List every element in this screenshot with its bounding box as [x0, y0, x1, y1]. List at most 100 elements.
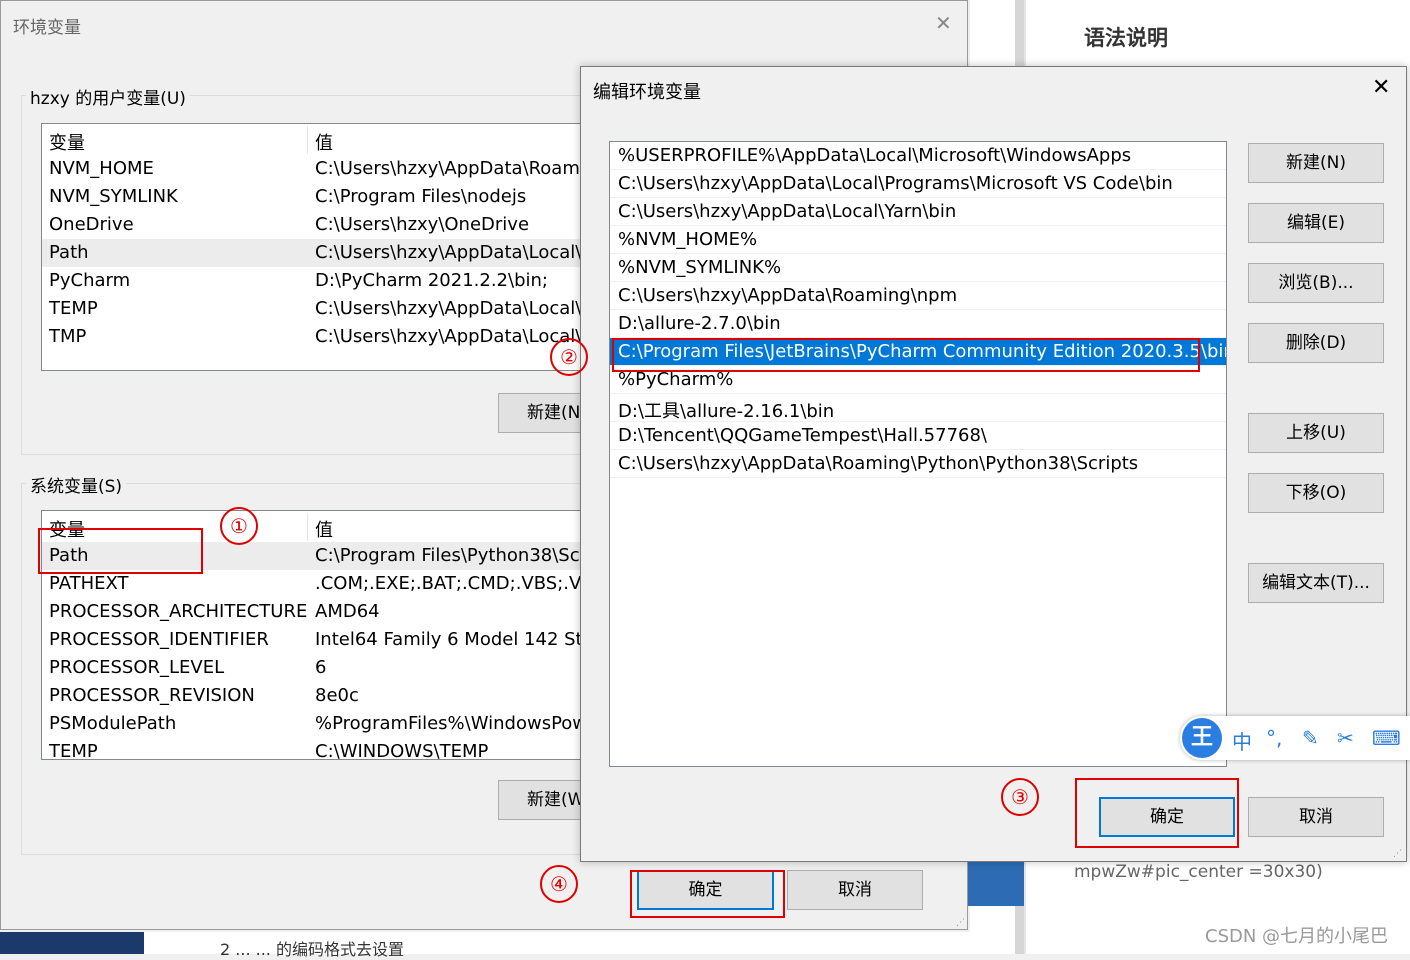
variable-name: PSModulePath — [49, 713, 177, 734]
annotation-box-pycharm-entry — [612, 338, 1200, 372]
path-entry-text: C:\Users\hzxy\AppData\Roaming\npm — [618, 285, 958, 306]
variable-name: PROCESSOR_REVISION — [49, 685, 255, 706]
variable-name: NVM_HOME — [49, 158, 154, 179]
column-header-variable[interactable]: 变量 — [49, 129, 85, 155]
dialog-title: 编辑环境变量 — [593, 82, 701, 103]
variable-name: PROCESSOR_LEVEL — [49, 657, 225, 678]
column-divider[interactable] — [307, 126, 308, 154]
background-thumbnail-image — [968, 860, 1024, 906]
table-row[interactable]: PROCESSOR_ARCHITECTURE AMD64 — [42, 598, 602, 626]
close-icon[interactable]: ✕ — [935, 11, 952, 35]
table-row-selected[interactable]: Path C:\Users\hzxy\AppData\Local\M — [42, 239, 602, 267]
edit-cancel-button[interactable]: 取消 — [1248, 797, 1384, 837]
variable-value: 8e0c — [315, 685, 359, 706]
table-row[interactable]: TEMP C:\WINDOWS\TEMP — [42, 738, 602, 760]
variable-value: C:\WINDOWS\TEMP — [315, 741, 489, 760]
table-row[interactable]: NVM_SYMLINK C:\Program Files\nodejs — [42, 183, 602, 211]
move-down-button[interactable]: 下移(O) — [1248, 473, 1384, 513]
background-banner-image — [0, 932, 144, 954]
table-row[interactable]: NVM_HOME C:\Users\hzxy\AppData\Roamin — [42, 155, 602, 183]
dialog-title: 环境变量 — [13, 18, 81, 38]
variable-value: C:\Users\hzxy\AppData\Local\T — [315, 298, 593, 319]
list-item[interactable]: C:\Users\hzxy\AppData\Local\Programs\Mic… — [610, 170, 1226, 198]
move-up-button[interactable]: 上移(U) — [1248, 413, 1384, 453]
path-entry-text: C:\Users\hzxy\AppData\Local\Yarn\bin — [618, 201, 957, 222]
table-row[interactable]: PROCESSOR_LEVEL 6 — [42, 654, 602, 682]
background-url-text: mpwZw#pic_center =30x30) — [1074, 862, 1323, 882]
annotation-circle-4: ④ — [540, 865, 578, 903]
resize-grip-icon[interactable]: ⋰ — [956, 918, 966, 928]
table-row[interactable]: TMP C:\Users\hzxy\AppData\Local\T — [42, 323, 602, 351]
system-variables-label: 系统变量(S) — [26, 472, 127, 497]
column-header-value[interactable]: 值 — [315, 516, 333, 542]
resize-grip-icon[interactable]: ⋰ — [1393, 849, 1403, 859]
background-bottom-strip: 2 ... ... 的编码格式去设置 — [0, 932, 970, 959]
edit-entry-button[interactable]: 编辑(E) — [1248, 203, 1384, 243]
variable-value: C:\Program Files\nodejs — [315, 186, 527, 207]
edit-text-button[interactable]: 编辑文本(T)... — [1248, 563, 1384, 603]
ime-logo-icon[interactable]: 王 — [1182, 718, 1222, 758]
new-entry-button[interactable]: 新建(N) — [1248, 143, 1384, 183]
csdn-watermark: CSDN @七月的小尾巴 — [1205, 926, 1389, 947]
env-cancel-button[interactable]: 取消 — [787, 870, 923, 910]
list-item[interactable]: D:\allure-2.7.0\bin — [610, 310, 1226, 338]
table-row[interactable]: PyCharm D:\PyCharm 2021.2.2\bin; — [42, 267, 602, 295]
variable-value: .COM;.EXE;.BAT;.CMD;.VBS;.VBE; — [315, 573, 603, 594]
list-item[interactable]: C:\Users\hzxy\AppData\Roaming\Python\Pyt… — [610, 450, 1226, 478]
variable-value: %ProgramFiles%\WindowsPow — [315, 713, 588, 734]
delete-button[interactable]: 删除(D) — [1248, 323, 1384, 363]
column-header-value[interactable]: 值 — [315, 129, 333, 155]
syntax-heading: 语法说明 — [1084, 26, 1168, 50]
path-entry-text: C:\Users\hzxy\AppData\Roaming\Python\Pyt… — [618, 453, 1139, 474]
annotation-circle-3: ③ — [1001, 778, 1039, 816]
path-entry-text: %NVM_HOME% — [618, 229, 758, 250]
variable-value: C:\Users\hzxy\OneDrive — [315, 214, 530, 235]
list-item[interactable]: D:\Tencent\QQGameTempest\Hall.57768\ — [610, 422, 1226, 450]
path-entry-text: D:\工具\allure-2.16.1\bin — [618, 401, 835, 422]
variable-name: TEMP — [49, 298, 98, 319]
list-item[interactable]: D:\工具\allure-2.16.1\bin — [610, 394, 1226, 422]
list-item[interactable]: %NVM_SYMLINK% — [610, 254, 1226, 282]
punctuation-icon[interactable]: °, — [1266, 726, 1282, 750]
variable-value: 6 — [315, 657, 327, 678]
list-item[interactable]: %USERPROFILE%\AppData\Local\Microsoft\Wi… — [610, 142, 1226, 170]
table-row[interactable]: PATHEXT .COM;.EXE;.BAT;.CMD;.VBS;.VBE; — [42, 570, 602, 598]
user-variables-list[interactable]: 变量 值 NVM_HOME C:\Users\hzxy\AppData\Roami… — [41, 123, 603, 371]
table-row[interactable]: OneDrive C:\Users\hzxy\OneDrive — [42, 211, 602, 239]
variable-value: C:\Users\hzxy\AppData\Local\T — [315, 326, 593, 347]
variable-name: PyCharm — [49, 270, 131, 291]
list-item[interactable]: C:\Users\hzxy\AppData\Local\Yarn\bin — [610, 198, 1226, 226]
path-entry-text: D:\Tencent\QQGameTempest\Hall.57768\ — [618, 425, 987, 446]
table-row[interactable]: TEMP C:\Users\hzxy\AppData\Local\T — [42, 295, 602, 323]
variable-name: Path — [49, 242, 89, 263]
scissors-icon[interactable]: ✂ — [1337, 726, 1354, 750]
chinese-mode-icon[interactable]: 中 — [1232, 726, 1252, 755]
keyboard-icon[interactable]: ⌨ — [1372, 726, 1401, 750]
close-icon[interactable]: ✕ — [1372, 75, 1390, 100]
variable-name: PROCESSOR_IDENTIFIER — [49, 629, 269, 650]
variable-name: PROCESSOR_ARCHITECTURE — [49, 601, 308, 622]
variable-name: NVM_SYMLINK — [49, 186, 178, 207]
variable-name: TMP — [49, 326, 87, 347]
variable-value: Intel64 Family 6 Model 142 Ste — [315, 629, 594, 650]
variable-value: C:\Users\hzxy\AppData\Roamin — [315, 158, 597, 179]
path-entry-text: %USERPROFILE%\AppData\Local\Microsoft\Wi… — [618, 145, 1132, 166]
path-entry-text: %NVM_SYMLINK% — [618, 257, 782, 278]
ime-toolbar[interactable]: 王 中 °, ✎ ✂ ⌨ — [1180, 716, 1410, 760]
variable-value: D:\PyCharm 2021.2.2\bin; — [315, 270, 548, 291]
list-header: 变量 值 — [42, 126, 602, 154]
path-entries-list[interactable]: %USERPROFILE%\AppData\Local\Microsoft\Wi… — [609, 141, 1227, 767]
browse-button[interactable]: 浏览(B)... — [1248, 263, 1384, 303]
list-item[interactable]: %NVM_HOME% — [610, 226, 1226, 254]
annotation-circle-2: ② — [550, 338, 588, 376]
list-item[interactable]: C:\Users\hzxy\AppData\Roaming\npm — [610, 282, 1226, 310]
column-divider[interactable] — [307, 513, 308, 541]
annotation-box-edit-ok — [1075, 778, 1239, 848]
background-bottom-text: 2 ... ... 的编码格式去设置 — [220, 940, 404, 959]
variable-value: C:\Program Files\Python38\Scri — [315, 545, 593, 566]
table-row[interactable]: PROCESSOR_REVISION 8e0c — [42, 682, 602, 710]
handwriting-icon[interactable]: ✎ — [1302, 726, 1319, 750]
path-entry-text: D:\allure-2.7.0\bin — [618, 313, 781, 334]
table-row[interactable]: PROCESSOR_IDENTIFIER Intel64 Family 6 Mod… — [42, 626, 602, 654]
table-row[interactable]: PSModulePath %ProgramFiles%\WindowsPow — [42, 710, 602, 738]
